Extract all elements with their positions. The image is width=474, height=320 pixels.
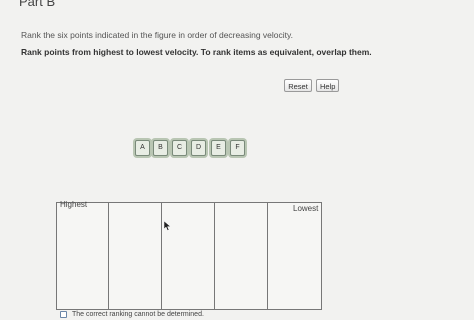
tile-e[interactable]: E bbox=[211, 140, 226, 156]
cannot-determine-checkbox[interactable] bbox=[60, 311, 67, 318]
ranking-drop-area[interactable] bbox=[56, 202, 322, 310]
tile-f[interactable]: F bbox=[230, 140, 245, 156]
instruction-bold-text: Rank points from highest to lowest veloc… bbox=[21, 47, 372, 57]
rank-slot-1[interactable] bbox=[57, 203, 109, 309]
cannot-determine-label: The correct ranking cannot be determined… bbox=[72, 311, 204, 318]
lowest-label: Lowest bbox=[293, 204, 319, 213]
rank-slot-2[interactable] bbox=[110, 203, 162, 309]
rank-slot-5[interactable] bbox=[269, 203, 323, 309]
tile-c[interactable]: C bbox=[172, 140, 187, 156]
part-title: Part B bbox=[19, 0, 56, 9]
instruction-text: Rank the six points indicated in the fig… bbox=[21, 30, 293, 40]
reset-button[interactable]: Reset bbox=[284, 79, 312, 92]
rank-slot-4[interactable] bbox=[216, 203, 268, 309]
help-button[interactable]: Help bbox=[316, 79, 339, 92]
rank-slot-3[interactable] bbox=[163, 203, 215, 309]
highest-label: Highest bbox=[60, 200, 88, 209]
tile-d[interactable]: D bbox=[191, 140, 206, 156]
tile-b[interactable]: B bbox=[153, 140, 168, 156]
mouse-pointer-icon bbox=[164, 221, 172, 231]
tile-a[interactable]: A bbox=[135, 140, 150, 156]
cannot-determine-row[interactable]: The correct ranking cannot be determined… bbox=[60, 311, 204, 318]
